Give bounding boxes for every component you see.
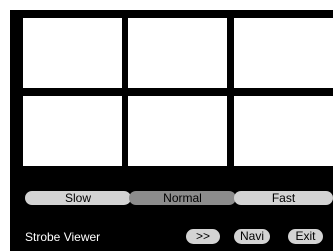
exit-button[interactable]: Exit [288, 229, 323, 244]
frame-5[interactable] [128, 96, 227, 166]
speed-normal-button[interactable]: Normal [129, 191, 236, 205]
frame-2[interactable] [128, 18, 227, 88]
strobe-viewer-screen: Slow Normal Fast Strobe Viewer >> Navi E… [10, 10, 333, 251]
next-button[interactable]: >> [186, 229, 220, 244]
frame-6[interactable] [234, 96, 333, 166]
app-title: Strobe Viewer [25, 230, 101, 244]
frame-4[interactable] [23, 96, 122, 166]
speed-slow-button[interactable]: Slow [25, 191, 131, 205]
frame-3[interactable] [234, 18, 333, 88]
navi-button[interactable]: Navi [234, 229, 270, 244]
frame-1[interactable] [23, 18, 122, 88]
speed-fast-button[interactable]: Fast [234, 191, 333, 205]
